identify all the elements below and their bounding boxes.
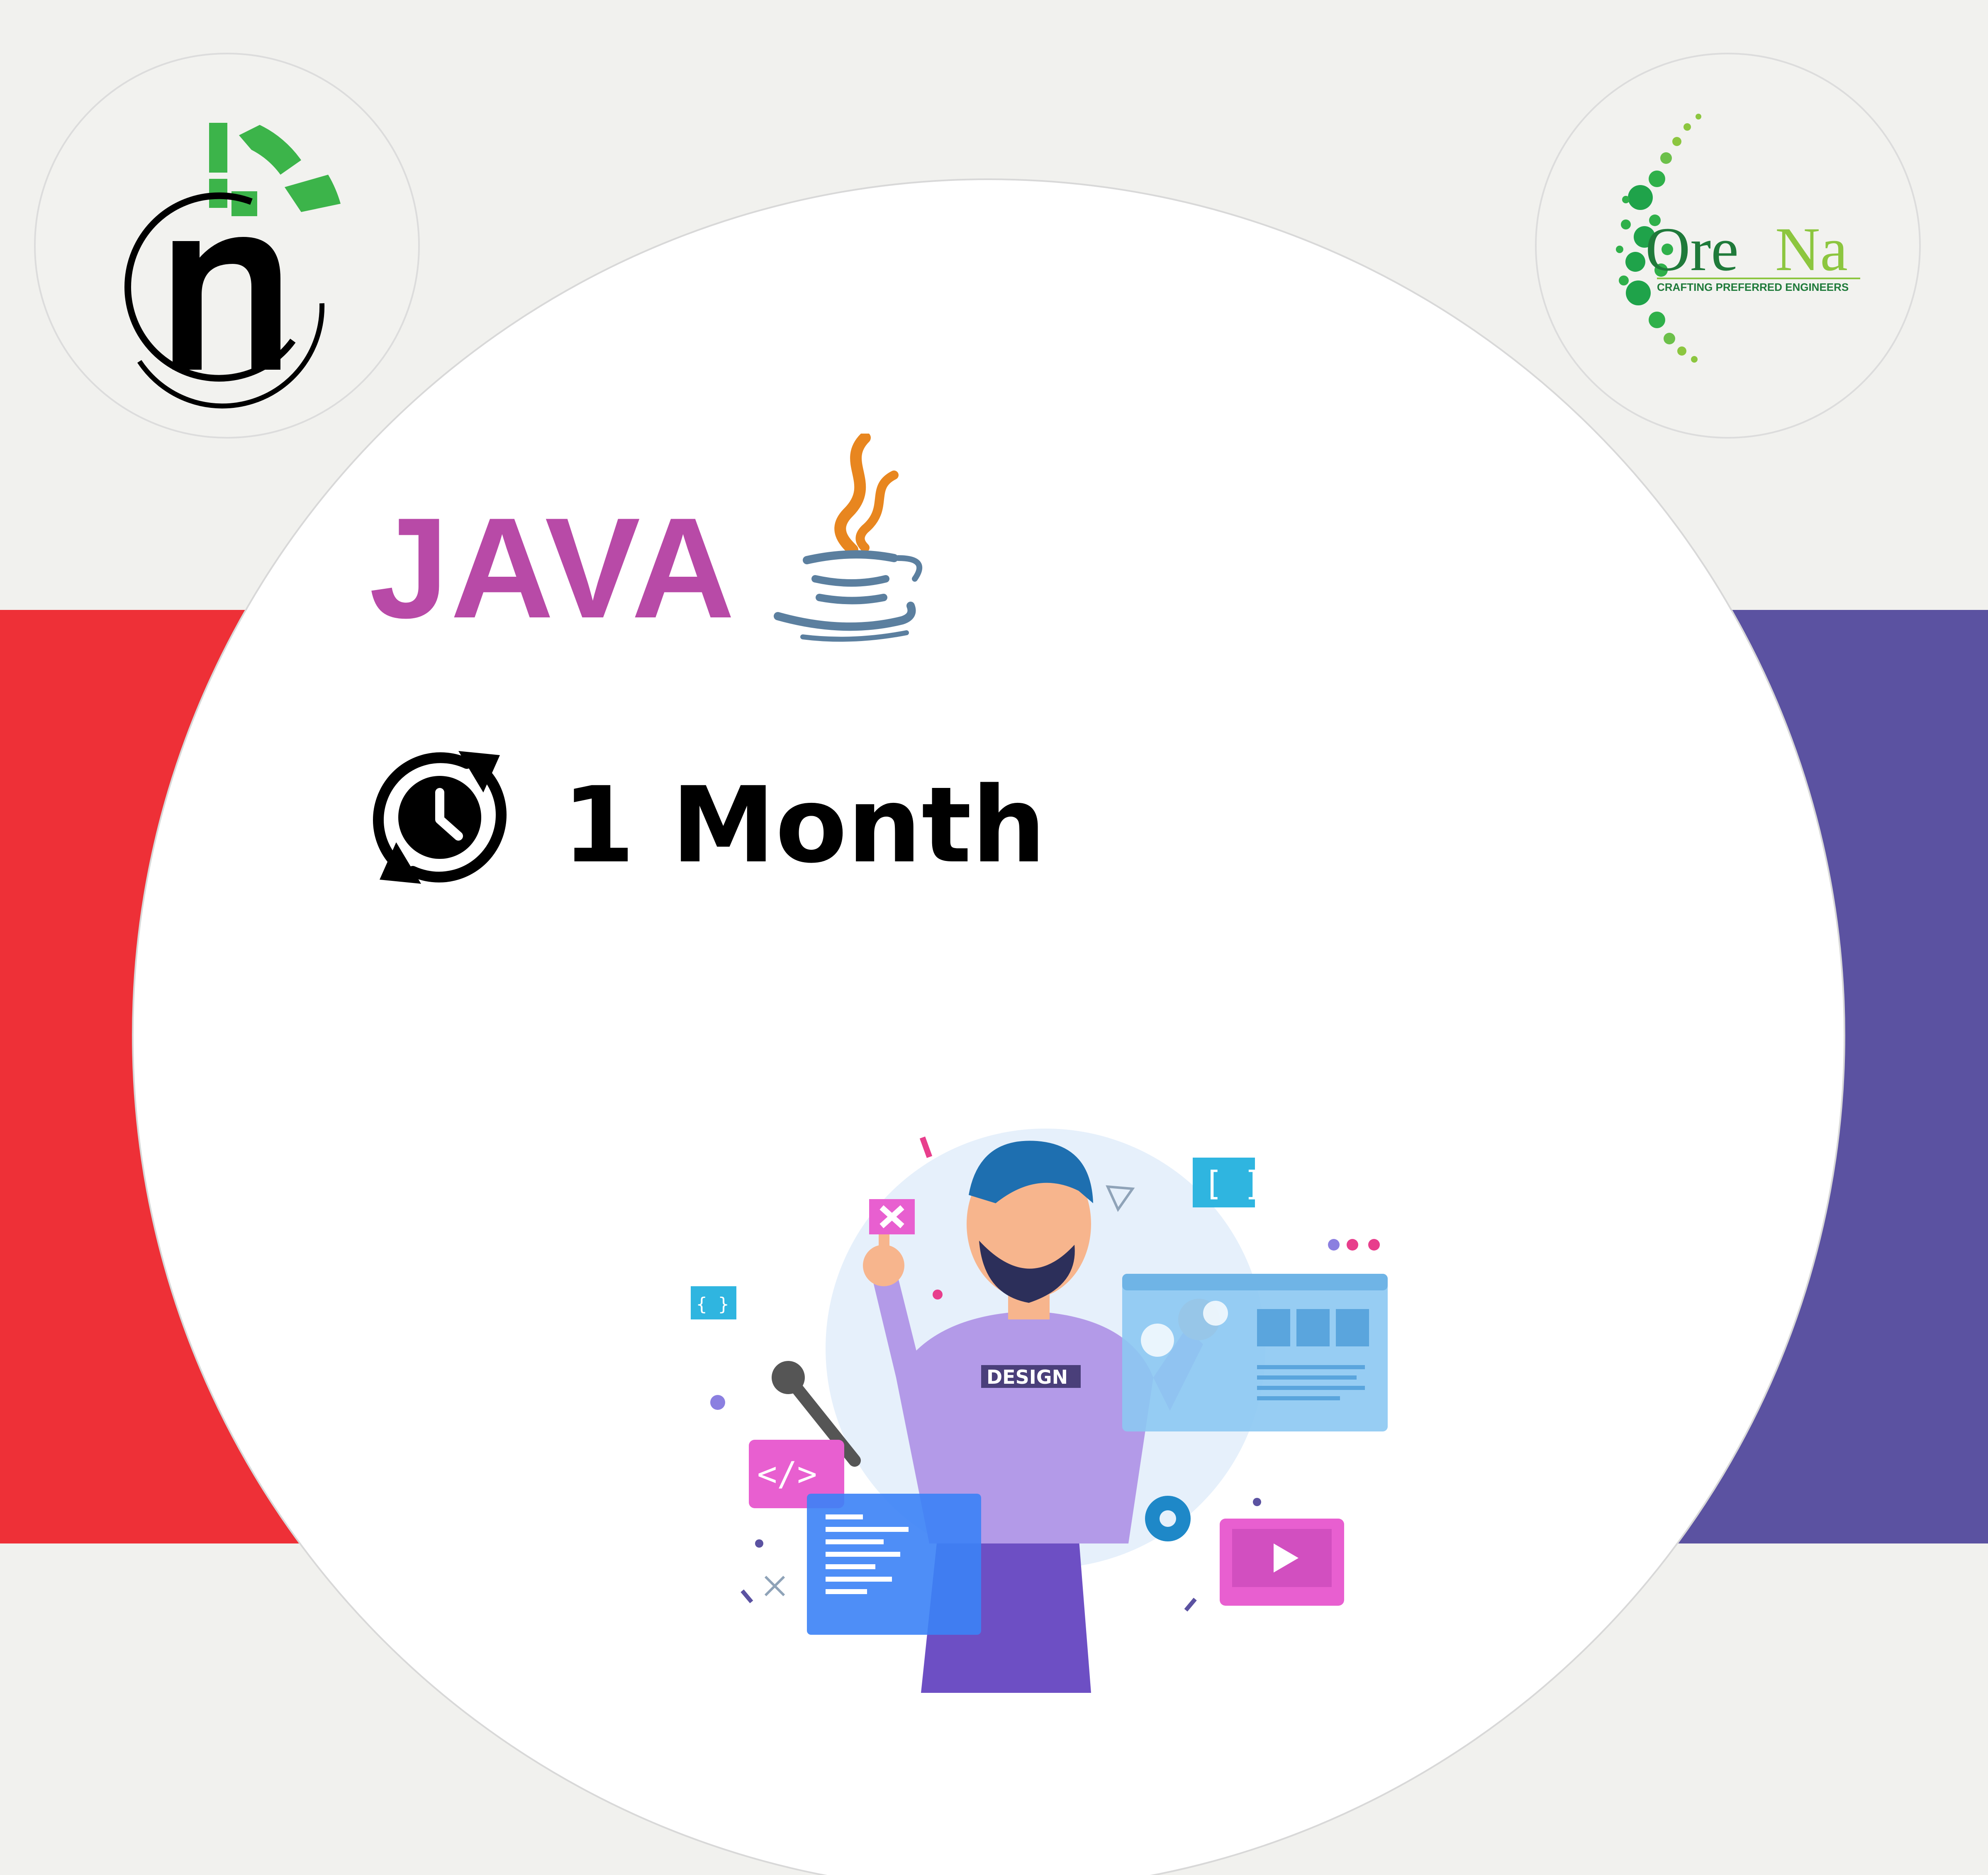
- logo-segment: [209, 123, 227, 173]
- logo-segment: [285, 175, 341, 212]
- developer-illustration: [ ] { } DESIGN </>: [691, 1129, 1388, 1693]
- java-coffee-cup-icon: [774, 434, 922, 642]
- clock-refresh-icon: [373, 751, 507, 884]
- orena-logo-icon: Ore Na CRAFTING PREFERRED ENGINEERS: [1616, 114, 1860, 363]
- orena-tagline: CRAFTING PREFERRED ENGINEERS: [1657, 281, 1849, 293]
- left-logo-badge: [34, 53, 420, 439]
- svg-text:</>: </>: [757, 1455, 817, 1493]
- course-title: JAVA: [369, 488, 737, 648]
- orena-name-part2: Na: [1775, 215, 1848, 284]
- right-logo-badge: Ore Na CRAFTING PREFERRED ENGINEERS: [1535, 53, 1921, 439]
- n-logo-icon: [124, 123, 341, 409]
- svg-text:{ }: { }: [696, 1294, 729, 1315]
- logo-letter-n: [173, 237, 280, 370]
- banner: Ore Na CRAFTING PREFERRED ENGINEERS JAVA…: [0, 0, 1988, 1875]
- logo-ring: [137, 303, 325, 409]
- shirt-label: DESIGN: [987, 1366, 1068, 1388]
- course-duration: 1 Month: [562, 765, 1046, 886]
- logo-segment: [239, 125, 301, 175]
- svg-text:[ ]: [ ]: [1203, 1164, 1263, 1203]
- orena-name-part1: Ore: [1645, 215, 1739, 284]
